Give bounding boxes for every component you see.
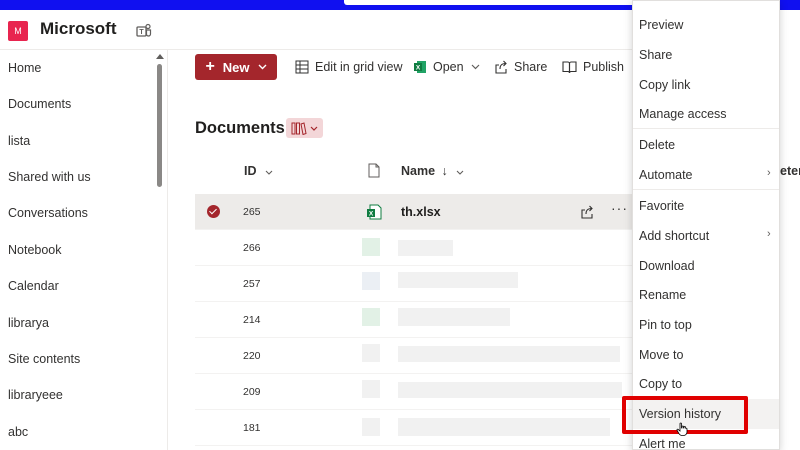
file-icon xyxy=(368,163,380,178)
sidebar-scrollbar[interactable] xyxy=(155,50,165,450)
menu-item-pin-to-top[interactable]: Pin to top xyxy=(639,318,692,332)
redacted-file-icon xyxy=(362,418,380,436)
library-title: Documents xyxy=(195,119,285,137)
publish-button[interactable]: Publish xyxy=(562,54,624,80)
edit-grid-button[interactable]: Edit in grid view xyxy=(295,54,403,80)
menu-divider xyxy=(633,189,779,190)
menu-item-copy-to[interactable]: Copy to xyxy=(639,377,682,391)
row-id: 209 xyxy=(243,386,261,398)
nav-item-libraryeee[interactable]: libraryeee xyxy=(8,388,63,402)
open-button[interactable]: X Open xyxy=(413,54,486,80)
nav-item-site-contents[interactable]: Site contents xyxy=(8,352,80,366)
nav-item-lista[interactable]: lista xyxy=(8,134,30,148)
chevron-down-icon xyxy=(258,64,267,70)
share-label: Share xyxy=(514,60,548,74)
sort-descending-icon: ↓ xyxy=(441,164,448,178)
redacted-file-icon xyxy=(362,380,380,398)
redacted-file-name xyxy=(398,272,518,288)
publish-icon xyxy=(562,61,577,74)
teams-icon[interactable]: T xyxy=(135,22,153,40)
nav-item-conversations[interactable]: Conversations xyxy=(8,206,88,220)
menu-item-rename[interactable]: Rename xyxy=(639,288,686,302)
menu-item-preview[interactable]: Preview xyxy=(639,18,683,32)
svg-text:T: T xyxy=(139,29,144,36)
edit-grid-label: Edit in grid view xyxy=(315,60,403,74)
menu-item-add-shortcut[interactable]: Add shortcut xyxy=(639,229,709,243)
svg-text:X: X xyxy=(369,211,374,218)
menu-item-automate[interactable]: Automate xyxy=(639,168,693,182)
menu-item-download[interactable]: Download xyxy=(639,259,695,273)
share-icon[interactable] xyxy=(580,205,594,219)
redacted-file-icon xyxy=(362,344,380,362)
chevron-down-icon xyxy=(265,170,273,175)
menu-item-move-to[interactable]: Move to xyxy=(639,348,683,362)
share-button[interactable]: Share xyxy=(494,54,547,80)
row-id: 265 xyxy=(243,206,261,218)
menu-item-favorite[interactable]: Favorite xyxy=(639,199,684,213)
excel-file-icon: X xyxy=(367,204,382,220)
new-button-label: New xyxy=(222,59,250,75)
table-row[interactable]: 265 X th.xlsx ··· xyxy=(195,194,632,230)
file-name-link[interactable]: th.xlsx xyxy=(401,205,441,219)
redacted-file-name xyxy=(398,240,453,256)
redacted-file-icon xyxy=(362,272,380,290)
plus-icon: + xyxy=(205,58,215,75)
site-title[interactable]: Microsoft xyxy=(40,19,117,39)
chevron-right-icon: › xyxy=(767,167,771,179)
context-menu: Preview Share Copy link Manage access De… xyxy=(632,0,780,450)
redacted-file-name xyxy=(398,382,622,398)
publish-label: Publish xyxy=(583,60,624,74)
site-logo[interactable]: M xyxy=(8,21,28,41)
menu-item-delete[interactable]: Delete xyxy=(639,138,675,152)
chevron-right-icon: › xyxy=(767,228,771,240)
nav-item-home[interactable]: Home xyxy=(8,61,41,75)
row-id: 181 xyxy=(243,422,261,434)
chevron-down-icon xyxy=(310,126,318,131)
library-view-icon xyxy=(291,121,307,135)
nav-item-notebook[interactable]: Notebook xyxy=(8,243,62,257)
redacted-file-icon xyxy=(362,238,380,256)
grid-icon xyxy=(295,60,309,74)
nav-item-abc[interactable]: abc xyxy=(8,425,28,439)
nav-item-librarya[interactable]: librarya xyxy=(8,316,49,330)
menu-item-share[interactable]: Share xyxy=(639,48,672,62)
search-box[interactable] xyxy=(344,0,636,5)
redacted-file-icon xyxy=(362,308,380,326)
nav-item-documents[interactable]: Documents xyxy=(8,97,71,111)
chevron-down-icon xyxy=(471,64,480,70)
menu-item-copy-link[interactable]: Copy link xyxy=(639,78,690,92)
menu-item-alert-me[interactable]: Alert me xyxy=(639,437,686,450)
library-view-button[interactable] xyxy=(286,118,323,138)
scroll-thumb[interactable] xyxy=(157,64,162,187)
menu-item-manage-access[interactable]: Manage access xyxy=(639,107,727,121)
redacted-file-name xyxy=(398,418,610,436)
row-id: 266 xyxy=(243,242,261,254)
more-actions-icon[interactable]: ··· xyxy=(611,200,628,216)
site-header: M Microsoft T xyxy=(0,10,632,50)
column-header-overflow[interactable]: eter xyxy=(780,164,800,178)
nav-item-calendar[interactable]: Calendar xyxy=(8,279,59,293)
checkmark-icon[interactable] xyxy=(207,205,220,218)
column-header-id[interactable]: ID xyxy=(244,164,273,178)
excel-icon: X xyxy=(414,61,426,73)
row-id: 220 xyxy=(243,350,261,362)
open-label: Open xyxy=(433,60,464,74)
new-button[interactable]: + New xyxy=(195,54,277,80)
nav-item-shared-with-us[interactable]: Shared with us xyxy=(8,170,91,184)
chevron-down-icon xyxy=(456,170,464,175)
row-id: 214 xyxy=(243,314,261,326)
column-header-name[interactable]: Name ↓ xyxy=(401,164,464,178)
menu-divider xyxy=(633,128,779,129)
redacted-file-name xyxy=(398,346,620,362)
scroll-up-icon[interactable] xyxy=(156,54,164,59)
row-id: 257 xyxy=(243,278,261,290)
redacted-file-name xyxy=(398,308,510,326)
share-icon xyxy=(495,60,507,74)
svg-text:X: X xyxy=(416,65,421,72)
hand-cursor-icon xyxy=(676,422,688,436)
